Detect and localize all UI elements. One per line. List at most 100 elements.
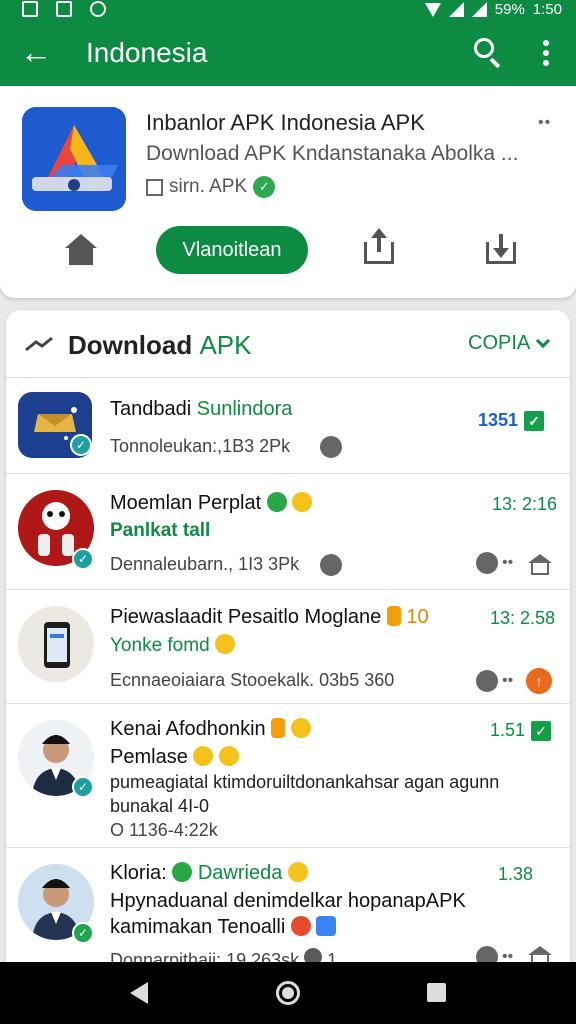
tag-icon [476, 670, 498, 692]
tag-icon [320, 554, 342, 576]
nav-home-icon[interactable] [276, 981, 300, 1005]
item-title: Tandbadi Sunlindora [110, 398, 292, 421]
item-description-1: Hpynaduanal denimdelkar hopanapAPK [110, 890, 466, 912]
item-meta-text: Ecnnaeoiaiara Stooekalk. [110, 670, 315, 690]
item-title-tag: Sunlindora [196, 398, 293, 420]
app-bar: ← Indonesia [0, 20, 576, 86]
item-right: 1.38 [498, 864, 534, 884]
image-notification-icon [22, 1, 38, 17]
item-title: Moemlan Perplat [110, 492, 313, 515]
more-options-icon[interactable] [536, 38, 556, 68]
item-title-tag: 10 [406, 606, 429, 628]
sort-dropdown[interactable]: COPIA [468, 332, 551, 355]
item-right: 1.51 ✓ [490, 720, 552, 741]
app-detail-card: Inbanlor APK Indonesia APK Download APK … [0, 86, 576, 298]
item-right-value: 1351 [478, 410, 519, 430]
badge-icon [271, 718, 286, 738]
verified-badge-icon: ✓ [72, 776, 94, 798]
clock: 1:50 [532, 1, 562, 18]
verified-badge-icon: ✓ [72, 922, 94, 944]
card-more-icon[interactable]: •• [538, 114, 551, 132]
checkbox-icon [146, 178, 163, 196]
app-meta-text: sirn. APK [169, 176, 248, 197]
item-subline-text: Yonke fomd [110, 635, 210, 656]
app-subtitle: Download APK Kndanstanaka Abolka ... [146, 142, 519, 165]
signal-icon [448, 2, 464, 17]
item-title: Kenai Afodhonkin [110, 718, 311, 741]
item-title-text: Moemlan Perplat [110, 492, 262, 514]
emoji-icon [172, 862, 193, 882]
item-title: Piewaslaadit Pesaitlo Moglane 10 [110, 606, 429, 629]
list-item[interactable]: ✓ Tandbadi Sunlindora Tonnoleukan:,1B3 2… [6, 378, 570, 474]
download-list-card: Download APK COPIA ✓ Tandbadi Sunlindora… [6, 310, 570, 990]
house-icon[interactable] [528, 554, 552, 576]
trending-icon [24, 336, 54, 352]
item-title-text: Kenai Afodhonkin [110, 718, 266, 740]
item-description-2: kamimakan Tenoalli [110, 916, 337, 939]
sort-label: COPIA [468, 332, 531, 354]
chevron-down-icon [536, 333, 551, 348]
star-icon [218, 746, 239, 766]
install-button[interactable]: Vlanoitlean [156, 226, 308, 274]
emoji-icon [214, 634, 235, 654]
emoji-icon [316, 916, 337, 936]
item-title-text: Kloria: [110, 862, 167, 884]
nav-back-icon[interactable] [130, 982, 148, 1004]
emoji-icon [292, 492, 313, 512]
tag-icon [320, 436, 342, 458]
item-avatar [18, 606, 94, 682]
list-item[interactable]: Piewaslaadit Pesaitlo Moglane 10 Yonke f… [6, 590, 570, 704]
item-meta: Dennaleubarn., 1I3 3Pk [110, 554, 300, 574]
item-right: 13: 2:16 [492, 494, 558, 514]
emoji-icon [290, 718, 311, 738]
tag-icon [476, 552, 498, 574]
signal-icon-2 [471, 2, 487, 17]
item-title-text: Tandbadi [110, 398, 192, 420]
home-icon[interactable] [64, 234, 98, 268]
item-subline-tag: tall [182, 520, 211, 541]
verified-badge-icon: ✓ [70, 434, 92, 456]
item-subline: Panlkat tall [110, 520, 210, 542]
item-right: 13: 2.58 [490, 608, 556, 628]
list-title: Download APK [68, 330, 251, 361]
item-description-2-text: kamimakan Tenoalli [110, 916, 286, 938]
list-title-accent: APK [199, 330, 252, 360]
item-subline: Yonke fomd [110, 634, 235, 657]
back-arrow-icon[interactable]: ← [20, 34, 52, 70]
check-icon[interactable]: ✓ [524, 410, 545, 431]
document-notification-icon [56, 1, 72, 17]
action-icon[interactable]: ↑ [526, 668, 552, 694]
nav-recents-icon[interactable] [427, 983, 446, 1002]
star-icon [193, 746, 214, 766]
status-bar: 59% 1:50 [0, 0, 576, 20]
item-meta: O 1136-4:22k [110, 820, 218, 840]
item-right: 1351 ✓ [478, 410, 545, 431]
verified-badge-icon: ✓ [72, 548, 94, 570]
more-icon[interactable]: •• [502, 672, 513, 690]
battery-percent: 59% [494, 1, 525, 18]
list-item[interactable]: ✓ Kenai Afodhonkin Pemlase pumeagiatal k… [6, 704, 570, 848]
emoji-icon [287, 862, 308, 882]
system-nav-bar [0, 962, 576, 1024]
more-icon[interactable]: •• [502, 554, 513, 572]
app-title: Inbanlor APK Indonesia APK [146, 110, 425, 135]
item-description-2: bunakal 4I-0 [110, 796, 210, 816]
list-header: Download APK COPIA [6, 310, 570, 378]
chat-notification-icon [90, 1, 106, 17]
emoji-icon [290, 916, 311, 936]
item-meta-value: 03b5 360 [319, 670, 395, 690]
item-subline: Pemlase [110, 746, 239, 769]
share-icon[interactable] [364, 228, 396, 266]
badge-icon [386, 606, 401, 626]
wifi-icon [424, 2, 441, 17]
check-icon[interactable]: ✓ [531, 720, 552, 741]
emoji-icon [266, 492, 287, 512]
app-logo [22, 107, 126, 211]
item-title-text: Piewaslaadit Pesaitlo Moglane [110, 606, 382, 628]
list-item[interactable]: ✓ Moemlan Perplat Panlkat tall Dennaleub… [6, 474, 570, 590]
list-title-main: Download [68, 330, 193, 360]
search-icon[interactable] [472, 36, 504, 69]
download-icon[interactable] [486, 232, 518, 266]
item-description-1: pumeagiatal ktimdoruiltdonankahsar agan … [110, 772, 500, 792]
item-subline-text: Panlkat [110, 520, 178, 541]
